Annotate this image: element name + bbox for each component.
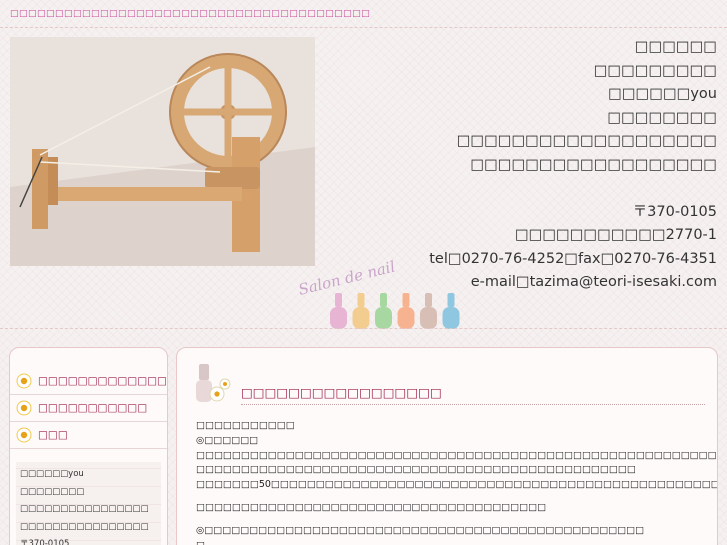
- content-line: □□□□□□□□□□□: [196, 420, 295, 431]
- contact-line-4: □□□□□□□□: [607, 109, 717, 126]
- contact-line-1: □□□□□□: [634, 39, 717, 55]
- nail-bottle-cap: [357, 293, 365, 307]
- nail-bottle-body: [330, 307, 347, 329]
- nail-bottle-body: [397, 307, 415, 329]
- nail-bottle-cap: [425, 293, 432, 307]
- nail-bottle-body: [352, 307, 370, 329]
- contact-line-5: □□□□□□□□□□□□□□□□□□□: [456, 133, 717, 149]
- list-item: □□□□□□□□□□□□□□□□: [20, 504, 149, 514]
- nail-bottle-body: [420, 307, 437, 329]
- header-photo: [10, 37, 315, 266]
- content-line: ◎□□□□□□: [196, 434, 259, 446]
- list-item: 〒370-0105: [20, 539, 70, 545]
- postal-code: 〒370-0105: [632, 203, 717, 220]
- daisy-icon: [16, 427, 32, 443]
- content-line: ◎□□□□□□□□□□□□□□□□□□□□□□□□□□□□□□□□□□□□□□□…: [196, 524, 645, 536]
- top-bar: □□□□□□□□□□□□□□□□□□□□□□□□□□□□□□□□□□□□□□□□: [0, 0, 727, 28]
- content-line: □□□□□□□□□□□□□□□□□□□□□□□□□□□□□□□□□□□□□□□: [196, 501, 547, 513]
- sidebar-item-label: □□□□□□□□□□□□□: [38, 375, 167, 387]
- address: □□□□□□□□□□□2770-1: [514, 227, 717, 243]
- nail-bottle-cap: [380, 293, 387, 307]
- logo-text: Salon de nail: [297, 257, 398, 298]
- nail-bottle-body: [442, 307, 460, 329]
- sidebar-item-3[interactable]: □□□: [10, 422, 167, 449]
- content-line: □: [196, 539, 712, 545]
- daisy-icon: [16, 400, 32, 416]
- content-line: □□□□□□□50□□□□□□□□□□□□□□□□□□□□□□□□□□□□□□□…: [196, 479, 718, 491]
- nail-bottle-cap: [335, 293, 342, 307]
- salon-logo: Salon de nail: [296, 255, 466, 330]
- header-separator: [0, 328, 727, 329]
- nail-bottle-body: [375, 307, 392, 329]
- section-divider: [241, 404, 705, 405]
- site-tagline: □□□□□□□□□□□□□□□□□□□□□□□□□□□□□□□□□□□□□□□□: [10, 9, 371, 19]
- list-item: □□□□□□□□: [20, 486, 85, 497]
- nail-bottle-cap: [402, 293, 410, 307]
- contact-line-2: □□□□□□□□□: [593, 62, 717, 79]
- daisy-icon: [16, 373, 32, 389]
- sidebar-info-list: □□□□□□you □□□□□□□□ □□□□□□□□□□□□□□□□ □□□□…: [16, 462, 161, 545]
- sidebar-item-2[interactable]: □□□□□□□□□□□: [10, 395, 167, 422]
- contact-line-3: □□□□□□you: [608, 86, 717, 102]
- content-body: □□□□□□□□□□□ ◎□□□□□□ □□□□□□□□□□□□□□□□□□□□…: [196, 419, 718, 545]
- content-line: □□□□□□□□□□□□□□□□□□□□□□□□□□□□□□□□□□□□□□□□…: [196, 449, 717, 461]
- list-item: □□□□□□□□□□□□□□□□: [20, 521, 149, 532]
- section-title: □□□□□□□□□□□□□□□□□: [241, 385, 442, 400]
- sidebar-item-label: □□□: [38, 429, 68, 441]
- sidebar-item-label: □□□□□□□□□□□: [38, 402, 148, 414]
- content-line: □□□□□□□□□□□□□□□□□□□□□□□□□□□□□□□□□□□□□□□□…: [196, 464, 636, 476]
- list-item: □□□□□□you: [20, 469, 84, 479]
- sidebar: □□□□□□□□□□□□□ □□□□□□□□□□□ □□□ □□□□□□you …: [9, 347, 168, 545]
- contact-line-6: □□□□□□□□□□□□□□□□□□: [470, 156, 717, 173]
- sidebar-item-1[interactable]: □□□□□□□□□□□□□: [10, 368, 167, 395]
- section-header: □□□□□□□□□□□□□□□□□: [193, 362, 709, 408]
- nail-bottle-flower-icon: [196, 364, 231, 402]
- nail-bottle-cap: [447, 293, 455, 307]
- main-content: □□□□□□□□□□□□□□□□□ □□□□□□□□□□□ ◎□□□□□□ □□…: [176, 347, 718, 545]
